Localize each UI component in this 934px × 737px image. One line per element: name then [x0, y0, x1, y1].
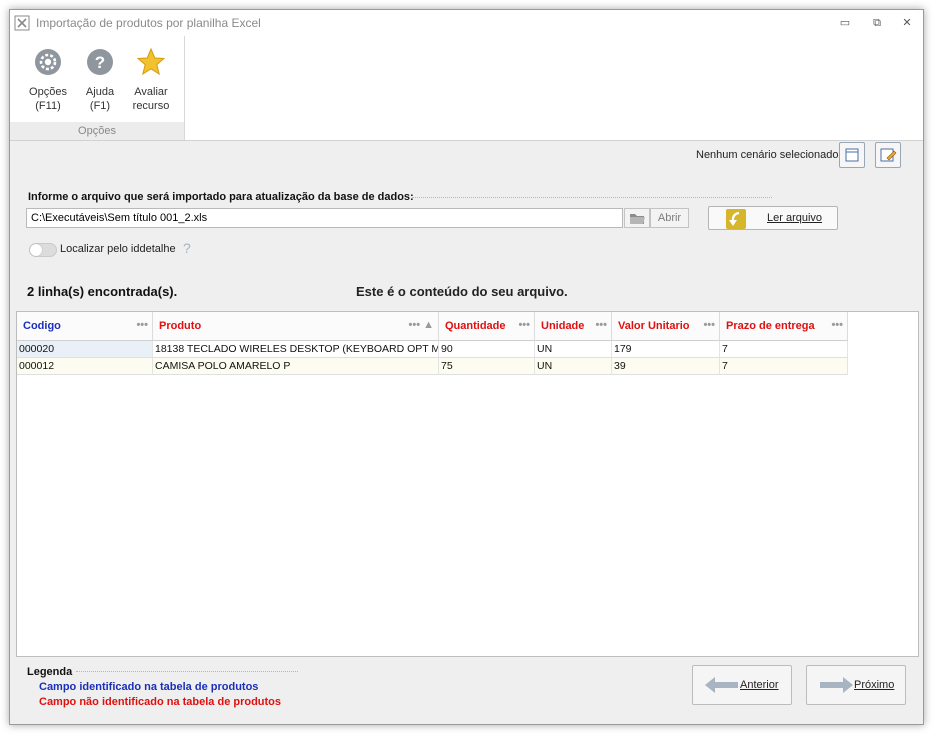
rate-feature-button[interactable]: Avaliar recurso	[126, 47, 176, 113]
toggle-knob	[30, 244, 42, 256]
scenario-edit-button[interactable]	[875, 142, 901, 168]
data-grid[interactable]: Codigo ••• Produto ••• ▲ Quantidade ••• …	[16, 311, 919, 657]
ribbon-group-options: Opções (F11) ? Ajuda (F1) Avaliar recurs…	[10, 36, 185, 140]
edit-icon	[880, 148, 897, 162]
previous-button[interactable]: Anterior	[692, 665, 792, 705]
column-label: Produto	[159, 320, 202, 332]
column-options-icon[interactable]: •••	[136, 319, 148, 331]
svg-text:?: ?	[95, 53, 105, 72]
column-header-codigo[interactable]: Codigo •••	[17, 312, 153, 341]
table-cell[interactable]: 000012	[17, 358, 153, 375]
grid-icon	[845, 148, 859, 162]
restore-icon[interactable]: ⧉	[868, 15, 886, 31]
star-icon	[136, 47, 166, 76]
column-options-icon[interactable]: •••	[518, 319, 530, 331]
help-shortcut: (F1)	[89, 100, 111, 112]
ribbon: Opções (F11) ? Ajuda (F1) Avaliar recurs…	[10, 36, 923, 141]
refresh-arrow-icon	[726, 209, 746, 229]
window-title: Importação de produtos por planilha Exce…	[36, 16, 261, 30]
column-label: Valor Unitario	[618, 320, 690, 332]
divider	[412, 197, 772, 198]
table-cell[interactable]: 7	[720, 341, 848, 358]
excel-import-icon	[14, 15, 30, 31]
legend-identified: Campo identificado na tabela de produtos	[39, 681, 259, 693]
column-header-unidade[interactable]: Unidade •••	[535, 312, 612, 341]
previous-label: Anterior	[740, 679, 779, 691]
column-options-icon[interactable]: •••	[831, 319, 843, 331]
gear-icon	[35, 49, 61, 75]
arrow-right-icon	[820, 677, 853, 693]
scenario-status: Nenhum cenário selecionado	[696, 149, 839, 161]
title-bar: Importação de produtos por planilha Exce…	[10, 10, 923, 36]
table-cell[interactable]: 39	[612, 358, 720, 375]
table-cell[interactable]: UN	[535, 358, 612, 375]
column-label: Prazo de entrega	[726, 320, 815, 332]
rate-label: Avaliar	[134, 86, 168, 98]
table-cell[interactable]: 7	[720, 358, 848, 375]
next-label: Próximo	[854, 679, 895, 691]
table-cell[interactable]: 179	[612, 341, 720, 358]
locate-by-iddetalhe-label: Localizar pelo iddetalhe	[60, 243, 176, 255]
rate-label-2: recurso	[132, 100, 170, 112]
table-cell[interactable]: CAMISA POLO AMARELO P	[153, 358, 439, 375]
column-options-icon[interactable]: •••	[595, 319, 607, 331]
divider	[76, 671, 298, 672]
help-button[interactable]: ? Ajuda (F1)	[78, 48, 122, 113]
help-question-icon[interactable]: ?	[183, 240, 191, 256]
content-title: Este é o conteúdo do seu arquivo.	[356, 284, 568, 299]
arrow-left-icon	[705, 677, 738, 693]
column-options-icon[interactable]: ••• ▲	[409, 319, 435, 331]
options-label: Opções	[29, 86, 67, 98]
file-path-input[interactable]	[26, 208, 623, 228]
minimize-icon[interactable]: ▭	[836, 15, 854, 31]
column-options-icon[interactable]: •••	[703, 319, 715, 331]
browse-folder-button[interactable]	[624, 208, 650, 228]
table-cell[interactable]: 18138 TECLADO WIRELES DESKTOP (KEYBOARD …	[153, 341, 439, 358]
column-header-valor-unitario[interactable]: Valor Unitario •••	[612, 312, 720, 341]
close-icon[interactable]: ✕	[898, 15, 916, 31]
column-label: Codigo	[23, 320, 61, 332]
file-prompt-label: Informe o arquivo que será importado par…	[28, 191, 414, 203]
table-cell[interactable]: UN	[535, 341, 612, 358]
read-file-label: Ler arquivo	[767, 212, 823, 224]
scenario-select-button[interactable]	[839, 142, 865, 168]
options-button[interactable]: Opções (F11)	[24, 48, 72, 113]
locate-by-iddetalhe-toggle[interactable]	[29, 243, 57, 257]
options-shortcut: (F11)	[35, 100, 61, 112]
help-label: Ajuda	[85, 86, 115, 98]
table-cell[interactable]: 75	[439, 358, 535, 375]
ribbon-group-caption: Opções	[10, 122, 184, 140]
table-cell[interactable]: 90	[439, 341, 535, 358]
column-label: Unidade	[541, 320, 585, 332]
import-window: Importação de produtos por planilha Exce…	[9, 9, 924, 725]
rows-found-count: 2 linha(s) encontrada(s).	[27, 284, 178, 299]
legend-title: Legenda	[27, 666, 73, 678]
open-button[interactable]: Abrir	[650, 208, 689, 228]
column-header-produto[interactable]: Produto ••• ▲	[153, 312, 439, 341]
column-header-prazo-de-entrega[interactable]: Prazo de entrega •••	[720, 312, 848, 341]
folder-icon	[630, 214, 645, 224]
column-label: Quantidade	[445, 320, 506, 332]
legend-not-identified: Campo não identificado na tabela de prod…	[39, 696, 282, 708]
table-cell[interactable]: 000020	[17, 341, 153, 358]
next-button[interactable]: Próximo	[806, 665, 906, 705]
read-file-button[interactable]: Ler arquivo	[708, 206, 838, 230]
help-icon: ?	[87, 49, 113, 75]
column-header-quantidade[interactable]: Quantidade •••	[439, 312, 535, 341]
